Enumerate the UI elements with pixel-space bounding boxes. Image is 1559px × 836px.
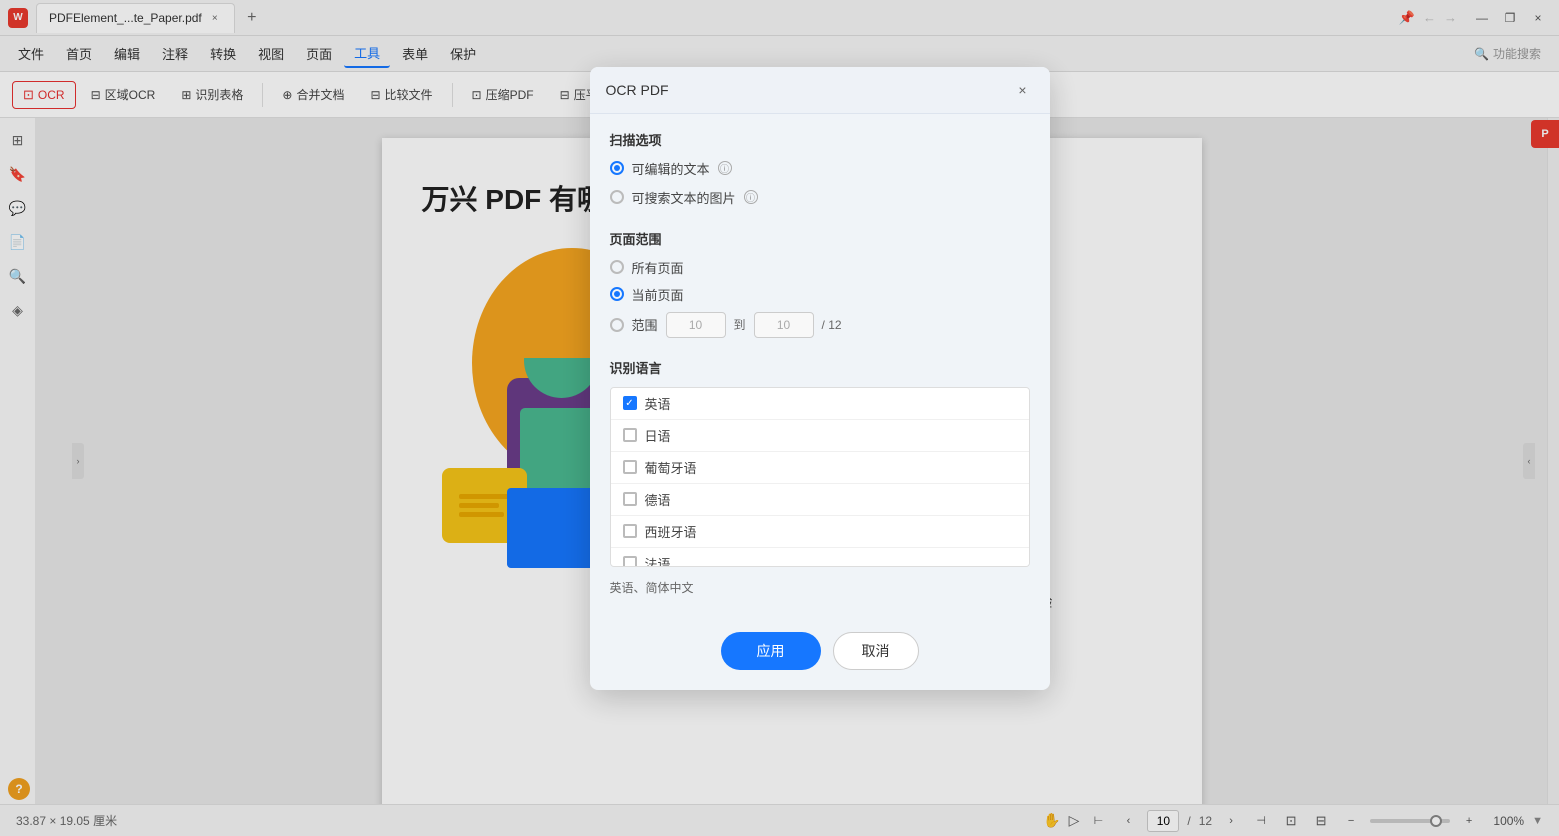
searchable-info-icon[interactable]: ⓘ <box>744 190 758 204</box>
apply-button[interactable]: 应用 <box>721 632 821 670</box>
modal-overlay: OCR PDF × 扫描选项 可编辑的文本 ⓘ 可搜索文本的图片 ⓘ 页面范围 <box>0 0 1559 836</box>
lang-item-japanese[interactable]: 日语 <box>611 420 1029 452</box>
current-page-option[interactable]: 当前页面 <box>610 285 1030 304</box>
lang-label-english: 英语 <box>645 394 671 413</box>
lang-checkbox-portuguese[interactable] <box>623 460 637 474</box>
lang-label-portuguese: 葡萄牙语 <box>645 458 697 477</box>
lang-item-german[interactable]: 德语 <box>611 484 1029 516</box>
all-pages-radio[interactable] <box>610 260 624 274</box>
modal-title: OCR PDF <box>606 82 669 98</box>
range-total-label: / 12 <box>822 318 842 332</box>
range-radio[interactable] <box>610 318 624 332</box>
lang-checkbox-french[interactable] <box>623 556 637 567</box>
range-separator: 到 <box>734 316 746 333</box>
lang-item-spanish[interactable]: 西班牙语 <box>611 516 1029 548</box>
modal-close-button[interactable]: × <box>1012 79 1034 101</box>
editable-text-label: 可编辑的文本 <box>632 159 710 178</box>
searchable-image-label: 可搜索文本的图片 <box>632 188 736 207</box>
editable-text-option[interactable]: 可编辑的文本 ⓘ <box>610 159 1030 178</box>
lang-item-portuguese[interactable]: 葡萄牙语 <box>611 452 1029 484</box>
lang-label-japanese: 日语 <box>645 426 671 445</box>
editable-radio[interactable] <box>610 161 624 175</box>
scan-options-title: 扫描选项 <box>610 130 1030 149</box>
editable-info-icon[interactable]: ⓘ <box>718 161 732 175</box>
lang-item-english[interactable]: ✓ 英语 <box>611 388 1029 420</box>
lang-item-french[interactable]: 法语 <box>611 548 1029 567</box>
searchable-image-option[interactable]: 可搜索文本的图片 ⓘ <box>610 188 1030 207</box>
lang-title: 识别语言 <box>610 358 1030 377</box>
cancel-button[interactable]: 取消 <box>833 632 919 670</box>
ocr-dialog: OCR PDF × 扫描选项 可编辑的文本 ⓘ 可搜索文本的图片 ⓘ 页面范围 <box>590 67 1050 690</box>
range-to-input[interactable] <box>754 312 814 338</box>
lang-checkbox-german[interactable] <box>623 492 637 506</box>
modal-body: 扫描选项 可编辑的文本 ⓘ 可搜索文本的图片 ⓘ 页面范围 所有页面 <box>590 114 1050 616</box>
page-range-option[interactable]: 范围 到 / 12 <box>610 312 1030 338</box>
lang-checkbox-japanese[interactable] <box>623 428 637 442</box>
modal-header: OCR PDF × <box>590 67 1050 114</box>
modal-footer: 应用 取消 <box>590 616 1050 690</box>
current-page-label: 当前页面 <box>632 285 684 304</box>
searchable-radio[interactable] <box>610 190 624 204</box>
lang-label-spanish: 西班牙语 <box>645 522 697 541</box>
lang-label-german: 德语 <box>645 490 671 509</box>
all-pages-label: 所有页面 <box>632 258 684 277</box>
range-from-input[interactable] <box>666 312 726 338</box>
selected-languages-display: 英语、简体中文 <box>610 575 1030 600</box>
language-list: ✓ 英语 日语 葡萄牙语 德语 <box>610 387 1030 567</box>
lang-label-french: 法语 <box>645 554 671 567</box>
current-page-radio[interactable] <box>610 287 624 301</box>
lang-checkbox-spanish[interactable] <box>623 524 637 538</box>
all-pages-option[interactable]: 所有页面 <box>610 258 1030 277</box>
range-label: 范围 <box>632 315 658 334</box>
lang-checkbox-english[interactable]: ✓ <box>623 396 637 410</box>
page-range-title: 页面范围 <box>610 229 1030 248</box>
